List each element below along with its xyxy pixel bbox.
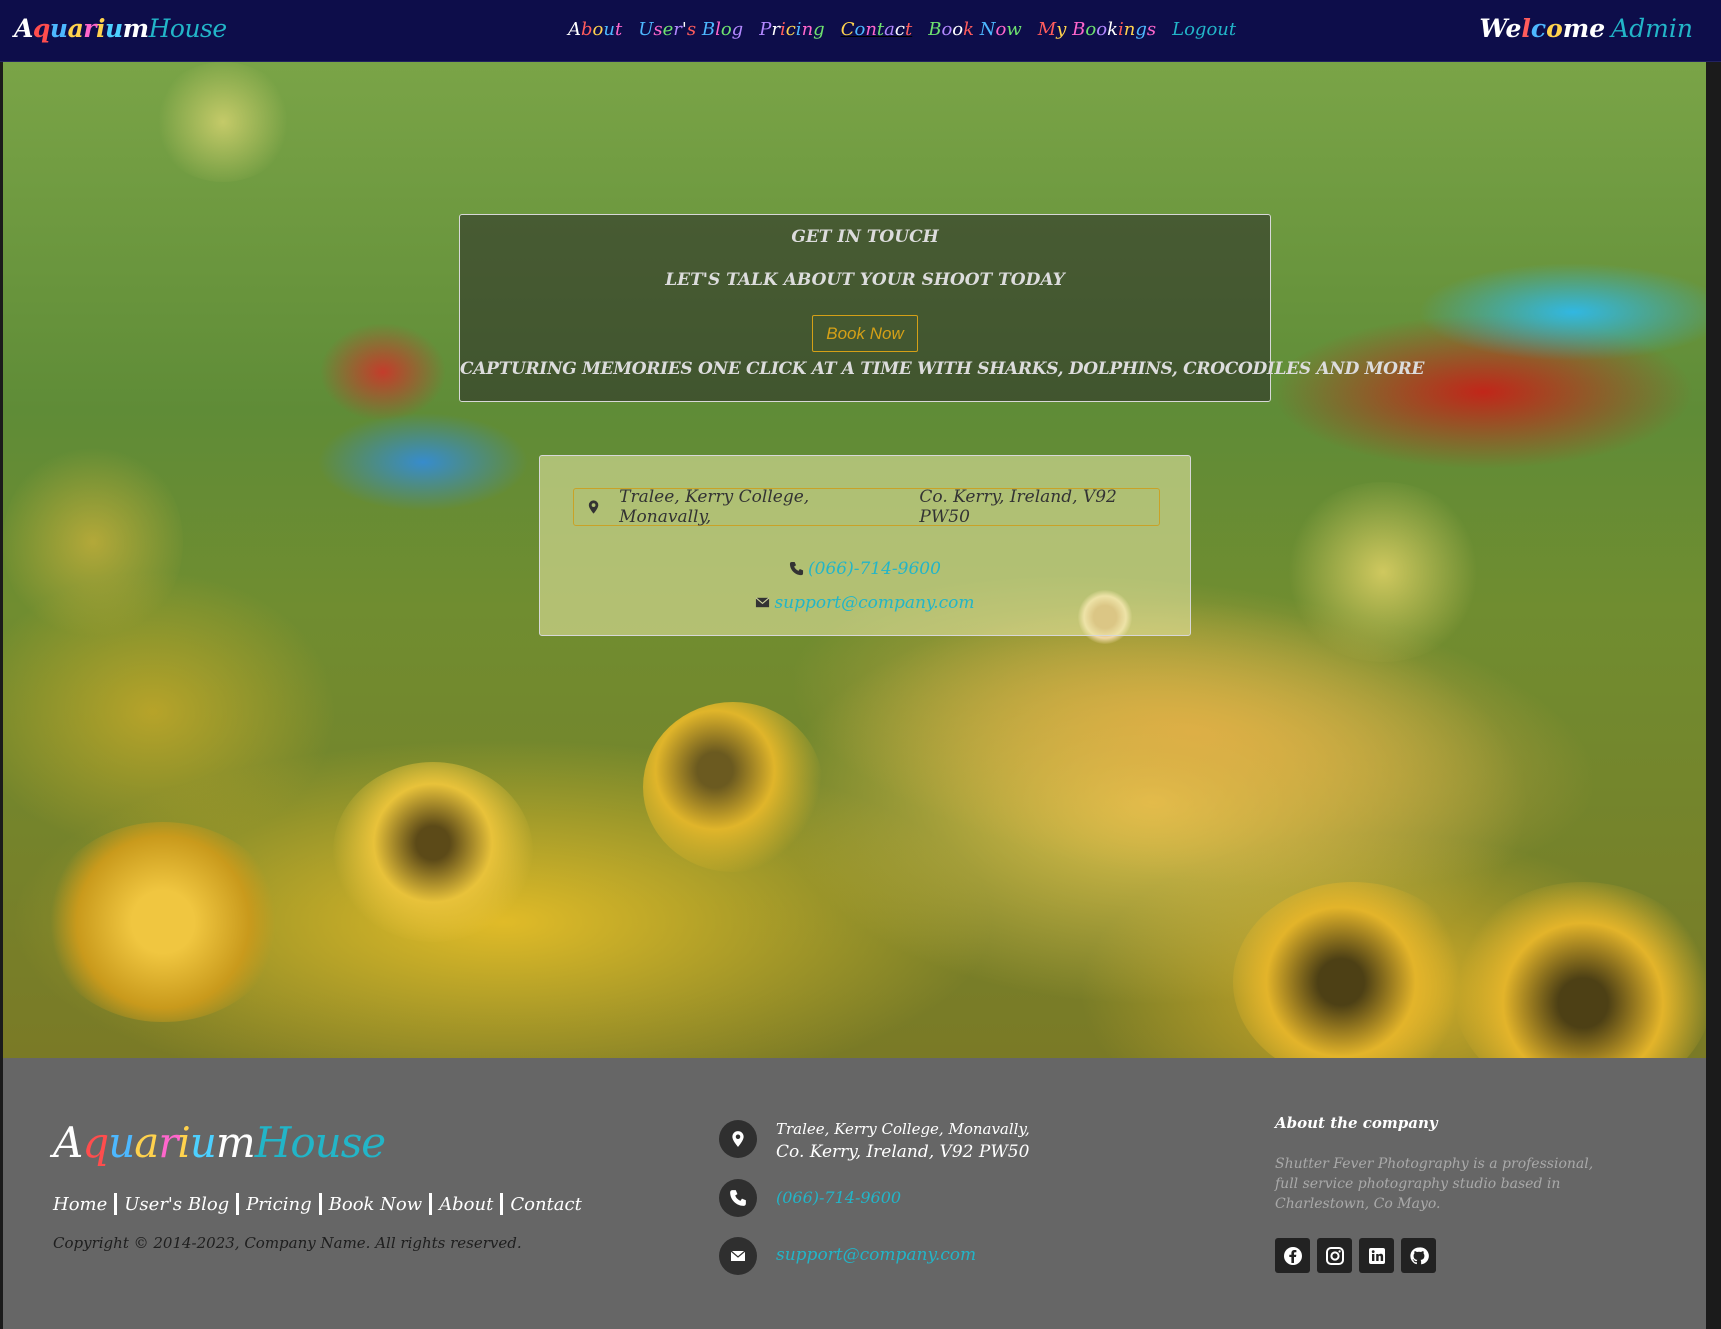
nav-about[interactable]: About <box>568 19 622 40</box>
map-pin-icon <box>719 1120 757 1158</box>
brand-letter: r <box>83 14 96 43</box>
envelope-icon <box>756 597 770 608</box>
brand-name-colored: Aquarium <box>14 14 149 43</box>
footer-address: Tralee, Kerry College, Monavally, Co. Ke… <box>776 1120 1030 1162</box>
footer-link-user-s-blog[interactable]: User's Blog <box>124 1194 229 1215</box>
footer-brand-name-colored: Aquarium <box>53 1118 256 1167</box>
footer-link-home[interactable]: Home <box>53 1194 107 1215</box>
bg-bokeh <box>3 442 183 642</box>
footer-link-book-now[interactable]: Book Now <box>329 1194 423 1215</box>
footer-link-separator <box>236 1193 240 1215</box>
get-in-touch-title: GET IN TOUCH <box>791 227 939 247</box>
site-footer: AquariumHouse Home User's Blog Pricing Book… <box>3 1058 1706 1329</box>
footer-address-line2: Co. Kerry, Ireland, V92 PW50 <box>776 1142 1030 1162</box>
bg-snail <box>1453 882 1706 1058</box>
bg-snail <box>333 762 533 942</box>
brand-letter: u <box>49 14 68 43</box>
get-in-touch-subtitle: LET'S TALK ABOUT YOUR SHOOT TODAY <box>665 270 1065 290</box>
nav-pricing[interactable]: Pricing <box>759 19 824 40</box>
hero-book-now-button[interactable]: Book Now <box>812 315 918 352</box>
contact-phone-text: (066)-714-9600 <box>808 559 941 579</box>
footer-link-separator <box>318 1193 322 1215</box>
footer-email-icon-wrap <box>719 1237 757 1275</box>
github-icon[interactable] <box>1401 1238 1436 1273</box>
nav-my-bookings[interactable]: My Bookings <box>1038 19 1156 40</box>
footer-link-separator <box>500 1193 504 1215</box>
footer-about-title: About the company <box>1275 1114 1438 1132</box>
main-nav: About User's Blog Pricing Contact Book Now My… <box>568 19 1236 40</box>
page-root: AquariumHouse About User's Blog Pricing Con… <box>0 0 1721 1329</box>
footer-address-line1: Tralee, Kerry College, Monavally, <box>776 1120 1030 1138</box>
brand-letter: i <box>95 14 106 43</box>
envelope-icon <box>719 1237 757 1275</box>
hero-background: GET IN TOUCH LET'S TALK ABOUT YOUR SHOOT… <box>3 62 1706 1058</box>
brand-house: House <box>148 14 228 43</box>
brand-letter: q <box>82 1118 109 1167</box>
footer-link-separator <box>429 1193 433 1215</box>
contact-email-text: support@company.com <box>774 593 975 613</box>
brand-letter: q <box>32 14 50 43</box>
footer-brand-logo[interactable]: AquariumHouse <box>53 1118 386 1167</box>
welcome-user: Admin <box>1611 14 1693 43</box>
bg-bokeh <box>153 62 293 182</box>
brand-letter: u <box>189 1118 217 1167</box>
nav-logout[interactable]: Logout <box>1172 19 1236 40</box>
facebook-icon[interactable] <box>1275 1238 1310 1273</box>
bg-snail <box>1233 882 1473 1058</box>
footer-about-text: Shutter Fever Photography is a professio… <box>1275 1156 1594 1212</box>
hero-tagline: CAPTURING MEMORIES ONE CLICK AT A TIME W… <box>460 359 1425 379</box>
nav-book-now[interactable]: Book Now <box>928 19 1022 40</box>
nav-users-blog[interactable]: User's Blog <box>638 19 743 40</box>
footer-email[interactable]: support@company.com <box>776 1245 976 1265</box>
address-field: Tralee, Kerry College, Monavally, Co. Ke… <box>573 487 1160 527</box>
instagram-icon[interactable] <box>1317 1238 1352 1273</box>
brand-letter: m <box>122 14 149 43</box>
brand-letter: a <box>67 14 84 43</box>
footer-link-about[interactable]: About <box>439 1194 493 1215</box>
brand-logo[interactable]: AquariumHouse <box>14 14 227 43</box>
map-pin-icon <box>588 500 599 514</box>
welcome-word: Welcome <box>1479 14 1606 43</box>
footer-phone-icon-wrap <box>719 1179 757 1217</box>
footer-brand-house: House <box>254 1118 386 1167</box>
footer-link-contact[interactable]: Contact <box>510 1194 581 1215</box>
get-in-touch-card: GET IN TOUCH LET'S TALK ABOUT YOUR SHOOT… <box>459 214 1425 402</box>
linkedin-icon[interactable] <box>1359 1238 1394 1273</box>
footer-nav: Home User's Blog Pricing Book Now About Conta… <box>53 1193 582 1215</box>
footer-phone[interactable]: (066)-714-9600 <box>776 1188 901 1207</box>
top-navbar: AquariumHouse About User's Blog Pricing Con… <box>0 0 1721 62</box>
brand-letter: i <box>177 1118 190 1167</box>
brand-letter: u <box>104 14 123 43</box>
bg-snail <box>43 822 283 1022</box>
brand-letter: r <box>158 1118 178 1167</box>
bg-snail <box>643 702 823 872</box>
brand-letter: u <box>108 1118 135 1167</box>
brand-letter: m <box>215 1118 256 1167</box>
footer-copyright: Copyright © 2014-2023, Company Name. All… <box>53 1234 522 1252</box>
contact-info-card: Tralee, Kerry College, Monavally, Co. Ke… <box>539 455 1191 636</box>
address-part-1: Tralee, Kerry College, Monavally, <box>619 487 810 527</box>
footer-address-icon-wrap <box>719 1120 757 1158</box>
brand-letter: A <box>53 1118 83 1167</box>
welcome-greeting: Welcome Admin <box>1479 14 1693 43</box>
brand-letter: A <box>14 14 33 43</box>
phone-icon <box>719 1179 757 1217</box>
brand-letter: a <box>134 1118 159 1167</box>
footer-link-separator <box>114 1193 118 1215</box>
footer-link-pricing[interactable]: Pricing <box>246 1194 311 1215</box>
phone-icon <box>789 561 804 576</box>
nav-contact[interactable]: Contact <box>841 19 913 40</box>
address-part-2: Co. Kerry, Ireland, V92 PW50 <box>919 487 1117 527</box>
contact-phone[interactable]: (066)-714-9600 <box>540 559 1190 579</box>
footer-social-links <box>1275 1238 1436 1273</box>
contact-email[interactable]: support@company.com <box>540 593 1190 613</box>
